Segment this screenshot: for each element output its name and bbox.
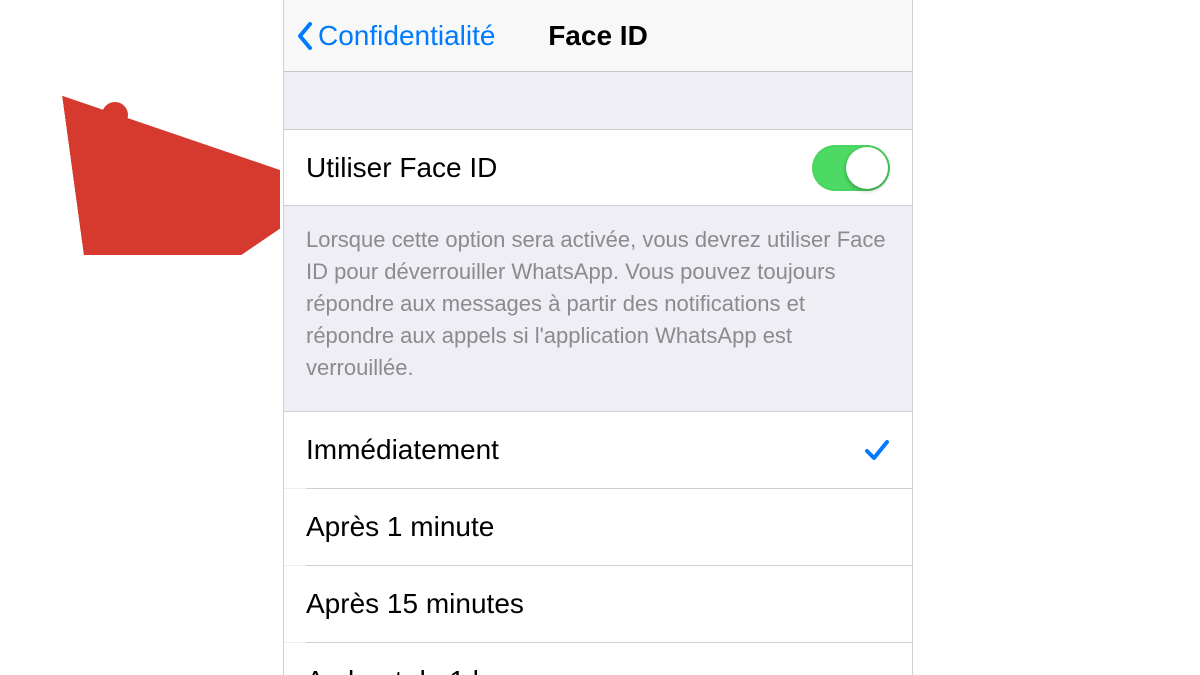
back-button[interactable]: Confidentialité (284, 20, 495, 52)
section-spacer (284, 72, 912, 130)
lock-option-label: Après 1 minute (306, 511, 494, 543)
lock-option-label: Immédiatement (306, 434, 499, 466)
lock-option-label: Au bout de 1 heure (306, 665, 544, 675)
lock-option-15min[interactable]: Après 15 minutes (284, 566, 912, 642)
lock-option-label: Après 15 minutes (306, 588, 524, 620)
settings-screen: Confidentialité Face ID Utiliser Face ID… (283, 0, 913, 675)
use-faceid-toggle[interactable] (812, 145, 890, 191)
lock-option-1hr[interactable]: Au bout de 1 heure (284, 643, 912, 675)
callout-arrow-icon (60, 95, 280, 255)
use-faceid-label: Utiliser Face ID (306, 152, 497, 184)
navigation-bar: Confidentialité Face ID (284, 0, 912, 72)
lock-option-immediate[interactable]: Immédiatement (284, 412, 912, 488)
checkmark-icon (864, 437, 890, 463)
back-label: Confidentialité (318, 20, 495, 52)
page-title: Face ID (548, 20, 648, 52)
faceid-description: Lorsque cette option sera activée, vous … (284, 206, 912, 412)
lock-option-1min[interactable]: Après 1 minute (284, 489, 912, 565)
use-faceid-row: Utiliser Face ID (284, 130, 912, 206)
chevron-left-icon (296, 21, 314, 51)
